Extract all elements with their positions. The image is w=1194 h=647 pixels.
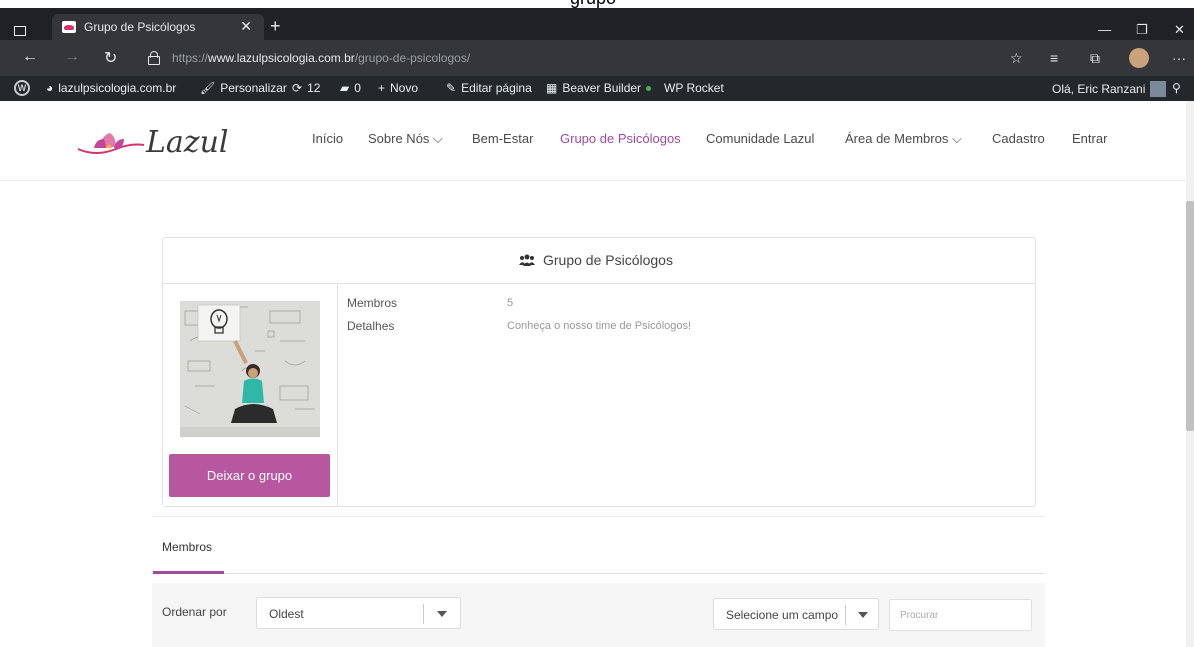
group-title-text: Grupo de Psicólogos <box>543 252 673 268</box>
menu-item-grupo-de-psicologos[interactable]: Grupo de Psicólogos <box>560 131 681 146</box>
page-scrollbar[interactable] <box>1186 101 1194 647</box>
dropdown-arrow-icon <box>858 612 868 618</box>
address-bar[interactable]: https://www.lazulpsicologia.com.br/grupo… <box>140 46 1010 70</box>
chevron-down-icon: ⌵ <box>951 131 962 146</box>
order-by-select[interactable]: Oldest <box>256 597 461 629</box>
chevron-down-icon: ⌵ <box>433 131 443 146</box>
close-window-icon[interactable]: ✕ <box>1174 22 1185 38</box>
tab-close-icon[interactable]: ✕ <box>240 18 252 35</box>
tabs-divider <box>152 573 1045 574</box>
members-filter-bar: Ordenar por Oldest Selecione um campo <box>152 583 1045 647</box>
dashboard-icon: ◕ <box>46 81 54 95</box>
dropdown-arrow-icon <box>437 611 447 617</box>
wp-site-link[interactable]: ◕ lazulpsicologia.com.br <box>46 81 176 95</box>
wp-admin-bar: W ◕ lazulpsicologia.com.br 🖌 Personalizar … <box>0 76 1194 101</box>
field-select[interactable]: Selecione um campo <box>713 598 879 630</box>
site-header: Lazul Início Sobre Nós ⌵ Bem-Estar Grupo… <box>0 101 1186 181</box>
order-by-label: Ordenar por <box>162 605 227 619</box>
wp-beaver-builder-link[interactable]: ▦ Beaver Builder <box>546 81 652 95</box>
updates-icon: ⟳ <box>292 81 303 95</box>
group-card-header: Grupo de Psicólogos <box>163 238 1035 284</box>
menu-item-comunidade-lazul[interactable]: Comunidade Lazul <box>706 131 814 146</box>
group-description: Conheça o nosso time de Psicólogos! <box>507 320 692 332</box>
divider <box>152 516 1045 517</box>
field-select-value: Selecione um campo <box>726 608 839 622</box>
image-caption: grupo <box>0 0 1194 8</box>
tab-title: Grupo de Psicólogos <box>84 20 196 34</box>
user-avatar <box>1150 81 1167 97</box>
group-avatar-column: Deixar o grupo <box>163 284 338 506</box>
menu-item-sobre-nos[interactable]: Sobre Nós ⌵ <box>368 131 443 147</box>
comment-icon: ▰ <box>340 81 350 95</box>
menu-item-entrar[interactable]: Entrar <box>1072 131 1107 146</box>
order-by-value: Oldest <box>269 607 304 621</box>
tab-members[interactable]: Membros <box>162 540 212 554</box>
reload-icon[interactable]: ↻ <box>104 48 117 68</box>
status-dot <box>646 85 652 91</box>
wp-account-link[interactable]: Olá, Eric Ranzani <box>1052 81 1167 97</box>
group-card: Grupo de Psicólogos Deixar o grupo Membr… <box>162 237 1036 507</box>
url-text[interactable]: https://www.lazulpsicologia.com.br/grupo… <box>172 51 470 65</box>
menu-item-area-de-membros[interactable]: Área de Membros ⌵ <box>845 131 962 147</box>
collections-icon[interactable]: ⧉ <box>1090 50 1100 67</box>
back-icon[interactable]: ← <box>22 48 38 66</box>
more-options-icon[interactable]: ··· <box>1172 50 1186 66</box>
favorites-list-icon[interactable]: ≡ <box>1050 50 1058 66</box>
active-tab-indicator <box>153 571 224 574</box>
menu-item-inicio[interactable]: Início <box>312 131 343 146</box>
browser-titlebar: Grupo de Psicólogos ✕ + — ❐ ✕ <box>0 8 1194 40</box>
wp-updates-link[interactable]: ⟳ 12 <box>292 81 320 95</box>
users-icon <box>519 254 535 266</box>
builder-icon: ▦ <box>546 81 558 95</box>
minimize-icon[interactable]: — <box>1098 22 1111 37</box>
restore-icon[interactable]: ❐ <box>1136 22 1148 38</box>
members-label: Membros <box>347 296 398 310</box>
group-title: Grupo de Psicólogos <box>519 252 673 268</box>
brush-icon: 🖌 <box>200 81 216 95</box>
details-label: Detalhes <box>347 319 395 333</box>
wp-customize-link[interactable]: 🖌 Personalizar <box>200 81 287 95</box>
site-logo[interactable]: Lazul <box>76 125 229 162</box>
wp-edit-page-link[interactable]: ✎ Editar página <box>446 81 532 95</box>
group-cover-photo <box>180 301 320 437</box>
members-count: 5 <box>507 297 514 309</box>
menu-item-bem-estar[interactable]: Bem-Estar <box>472 131 533 146</box>
lotus-logo-icon <box>77 133 145 154</box>
menu-item-cadastro[interactable]: Cadastro <box>992 131 1045 146</box>
logo-text: Lazul <box>146 125 229 160</box>
select-separator <box>423 604 424 624</box>
leave-group-button[interactable]: Deixar o grupo <box>169 454 330 497</box>
favorite-star-icon[interactable]: ☆ <box>1010 50 1023 67</box>
pencil-icon: ✎ <box>446 81 457 95</box>
plus-icon: + <box>378 81 386 95</box>
browser-tab[interactable]: Grupo de Psicólogos ✕ <box>52 14 264 40</box>
browser-toolbar: ← → ↻ https://www.lazulpsicologia.com.br… <box>0 40 1194 76</box>
window-menu-icon[interactable] <box>14 26 26 36</box>
caption-text: grupo <box>570 0 616 8</box>
wordpress-logo-icon[interactable]: W <box>14 80 30 96</box>
search-input[interactable] <box>889 599 1032 631</box>
profile-avatar[interactable] <box>1129 48 1149 68</box>
lotus-favicon-icon <box>62 21 76 33</box>
forward-icon[interactable]: → <box>64 48 80 66</box>
new-tab-icon[interactable]: + <box>270 17 281 35</box>
select-separator <box>845 605 846 625</box>
wp-new-link[interactable]: + Novo <box>378 81 418 95</box>
lock-icon[interactable] <box>148 51 160 65</box>
search-icon[interactable]: ⚲ <box>1172 81 1181 95</box>
scrollbar-thumb[interactable] <box>1186 201 1194 431</box>
wp-rocket-link[interactable]: WP Rocket <box>664 81 724 95</box>
wp-comments-link[interactable]: ▰ 0 <box>340 81 361 95</box>
